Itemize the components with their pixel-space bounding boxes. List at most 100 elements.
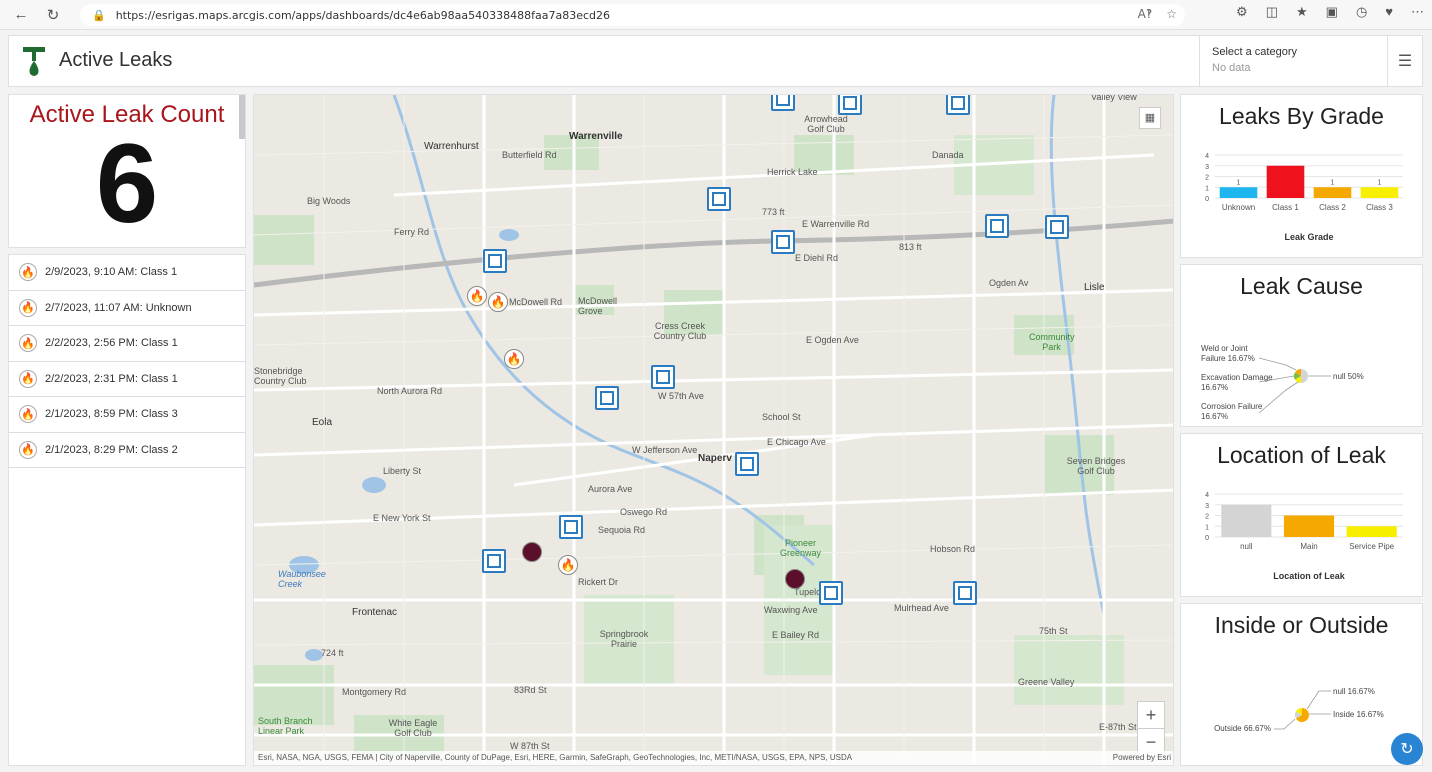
- facility-marker-icon[interactable]: [735, 452, 759, 476]
- favorite-star-icon[interactable]: ☆: [1166, 7, 1177, 21]
- facility-marker-icon[interactable]: [482, 549, 506, 573]
- favorites-icon[interactable]: ★: [1296, 4, 1308, 20]
- pie-label: null 50%: [1333, 372, 1364, 381]
- y-tick-label: 0: [1205, 535, 1209, 542]
- pie-label: Corrosion Failure: [1201, 402, 1263, 411]
- dashboard-header: Active Leaks Select a category No data ☰: [8, 35, 1423, 87]
- powered-by: Powered by Esri: [1112, 753, 1171, 762]
- extensions-icon[interactable]: ⚙: [1236, 4, 1248, 20]
- facility-marker-icon[interactable]: [985, 214, 1009, 238]
- map-label: 75th St: [1039, 626, 1068, 636]
- map-view[interactable]: Warrenville Warrenhurst Naperv Lisle Eol…: [253, 94, 1174, 766]
- facility-marker-icon[interactable]: [1045, 215, 1069, 239]
- list-item[interactable]: 🔥 2/1/2023, 8:29 PM: Class 2: [9, 433, 245, 468]
- facility-marker-icon[interactable]: [771, 95, 795, 111]
- facility-marker-icon[interactable]: [953, 581, 977, 605]
- map-label: McDowell Rd: [509, 297, 563, 307]
- x-tick-label: null: [1240, 542, 1253, 551]
- map-label: Ogden Av: [989, 278, 1029, 288]
- map-label: 83Rd St: [514, 685, 547, 695]
- hamburger-menu-icon[interactable]: ☰: [1387, 36, 1422, 86]
- refresh-button-icon[interactable]: ↻: [1391, 733, 1423, 765]
- facility-marker-icon[interactable]: [595, 386, 619, 410]
- leader-line: [1258, 357, 1297, 371]
- leak-marker-icon[interactable]: [522, 542, 542, 562]
- facility-marker-icon[interactable]: [651, 365, 675, 389]
- list-item[interactable]: 🔥 2/2/2023, 2:56 PM: Class 1: [9, 326, 245, 362]
- leak-marker-icon[interactable]: [785, 569, 805, 589]
- address-bar[interactable]: 🔒 https://esrigas.maps.arcgis.com/apps/d…: [80, 4, 1185, 26]
- leak-marker-icon[interactable]: 🔥: [488, 292, 508, 312]
- x-tick-label: Class 2: [1319, 203, 1346, 212]
- map-label: McDowell Grove: [578, 296, 618, 316]
- list-item[interactable]: 🔥 2/2/2023, 2:31 PM: Class 1: [9, 362, 245, 397]
- pie-label: Weld or Joint: [1201, 344, 1248, 353]
- back-icon[interactable]: ←: [10, 4, 32, 26]
- category-selector[interactable]: Select a category No data: [1199, 36, 1387, 86]
- inside-outside-panel: Inside or Outside Outside 66.67% null 16.…: [1180, 603, 1423, 766]
- bar: [1219, 187, 1258, 198]
- lock-icon: 🔒: [92, 8, 106, 22]
- leaks-by-grade-panel: Leaks By Grade 0 1 2 3 4 Unknown 1 Class 1 Class…: [1180, 94, 1423, 258]
- y-tick-label: 0: [1205, 196, 1209, 203]
- y-tick-label: 3: [1205, 503, 1209, 510]
- x-tick-label: Class 1: [1272, 203, 1299, 212]
- pie-label: Failure 16.67%: [1201, 354, 1255, 363]
- map-label: 724 ft: [321, 648, 344, 658]
- map-label: Community Park: [1029, 332, 1075, 352]
- list-item-text: 2/9/2023, 9:10 AM: Class 1: [45, 266, 178, 279]
- pie-label: Outside 66.67%: [1214, 724, 1271, 733]
- reload-icon[interactable]: ↻: [42, 4, 64, 26]
- facility-marker-icon[interactable]: [771, 230, 795, 254]
- leak-marker-icon[interactable]: 🔥: [504, 349, 524, 369]
- y-tick-label: 1: [1205, 185, 1209, 192]
- list-item-text: 2/1/2023, 8:29 PM: Class 2: [45, 443, 178, 456]
- facility-marker-icon[interactable]: [838, 95, 862, 115]
- map-label: Rickert Dr: [578, 577, 618, 587]
- map-label: Oswego Rd: [620, 507, 668, 517]
- map-label: E Bailey Rd: [772, 630, 820, 640]
- flame-class2-icon: 🔥: [19, 440, 37, 459]
- history-icon[interactable]: ◷: [1356, 4, 1367, 20]
- zoom-in-button[interactable]: +: [1138, 702, 1164, 729]
- collections-icon[interactable]: ▣: [1326, 4, 1338, 20]
- leak-marker-icon[interactable]: 🔥: [558, 555, 578, 575]
- leak-list-panel: 🔥 2/9/2023, 9:10 AM: Class 1 🔥 2/7/2023, 11…: [8, 254, 246, 766]
- leak-marker-icon[interactable]: 🔥: [467, 286, 487, 306]
- facility-marker-icon[interactable]: [483, 249, 507, 273]
- pie-label: 16.67%: [1201, 412, 1228, 421]
- map-label: Mulrhead Ave: [894, 603, 949, 613]
- list-item[interactable]: 🔥 2/9/2023, 9:10 AM: Class 1: [9, 255, 245, 291]
- map-label: Warrenville: [569, 131, 623, 142]
- y-tick-label: 1: [1205, 524, 1209, 531]
- flame-class3-icon: 🔥: [19, 405, 37, 424]
- map-label: E Chicago Ave: [767, 437, 826, 447]
- data-label: 1: [1378, 179, 1382, 186]
- map-label: Cress Creek Country Club: [653, 321, 707, 341]
- chart-title: Leaks By Grade: [1219, 103, 1384, 129]
- read-aloud-icon[interactable]: A‽: [1138, 7, 1153, 21]
- facility-marker-icon[interactable]: [707, 187, 731, 211]
- facility-marker-icon[interactable]: [819, 581, 843, 605]
- more-icon[interactable]: ⋯: [1411, 4, 1424, 20]
- map-attribution: Esri, NASA, NGA, USGS, FEMA | City of Na…: [254, 751, 1173, 765]
- scrollbar[interactable]: [239, 95, 245, 139]
- active-leak-count-panel: Active Leak Count 6: [8, 94, 246, 248]
- map-label: Frontenac: [352, 607, 398, 618]
- list-item-text: 2/2/2023, 2:31 PM: Class 1: [45, 372, 178, 385]
- category-label: Select a category: [1212, 46, 1297, 58]
- map-label: South Branch Linear Park: [258, 716, 313, 736]
- map-label: E Diehl Rd: [795, 253, 839, 263]
- x-axis-title: Location of Leak: [1273, 571, 1346, 581]
- browser-toolbar: ← ↻ 🔒 https://esrigas.maps.arcgis.com/ap…: [0, 0, 1432, 30]
- chart-title: Inside or Outside: [1214, 612, 1389, 638]
- qr-code-icon[interactable]: ▦: [1139, 107, 1161, 129]
- facility-marker-icon[interactable]: [559, 515, 583, 539]
- split-screen-icon[interactable]: ◫: [1266, 4, 1278, 20]
- browser-essentials-icon[interactable]: ♥: [1385, 4, 1393, 20]
- list-item[interactable]: 🔥 2/1/2023, 8:59 PM: Class 3: [9, 397, 245, 433]
- facility-marker-icon[interactable]: [946, 95, 970, 115]
- list-item[interactable]: 🔥 2/7/2023, 11:07 AM: Unknown: [9, 291, 245, 326]
- x-tick-label: Class 3: [1366, 203, 1393, 212]
- map-label: Warrenhurst: [424, 141, 479, 152]
